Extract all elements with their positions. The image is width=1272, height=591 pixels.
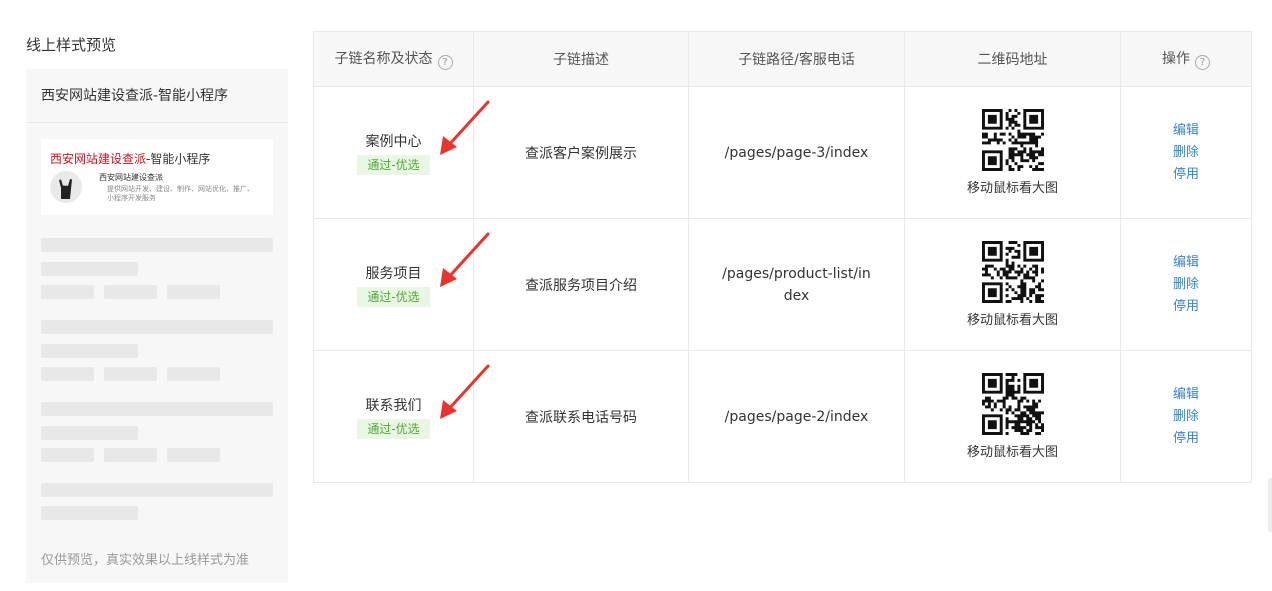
table-row: 联系我们 通过-优选 查派联系电话号码 /pages/page-2/index … xyxy=(313,350,1252,483)
col-header-name-status: 子链名称及状态? xyxy=(313,31,474,87)
sublink-path-text: /pages/page-2/index xyxy=(724,408,869,425)
col-header-qr: 二维码地址 xyxy=(904,31,1121,87)
skeleton-line xyxy=(41,426,138,440)
qr-code-icon[interactable] xyxy=(981,109,1044,171)
edit-link[interactable]: 编辑 xyxy=(1121,120,1251,142)
skeleton-line xyxy=(41,402,273,416)
table-row: 服务项目 通过-优选 查派服务项目介绍 /pages/product-list/… xyxy=(313,218,1252,351)
preview-panel: 西安网站建设查派-智能小程序 西安网站建设查派-智能小程序 西安网站建设查派 提… xyxy=(26,69,288,583)
skeleton-line xyxy=(41,285,94,299)
sublink-desc: 查派客户案例展示 xyxy=(473,86,689,219)
card-desc: 提供网站开发、建设、制作、网站优化、推广、小程序开发服务 xyxy=(107,185,254,202)
sublink-desc: 查派服务项目介绍 xyxy=(473,218,689,351)
avatar xyxy=(50,171,82,203)
question-circle-icon[interactable]: ? xyxy=(437,55,453,70)
table-row: 案例中心 通过-优选 查派客户案例展示 /pages/page-3/index … xyxy=(313,86,1252,219)
skeleton-line xyxy=(167,285,220,299)
ops-cell: 编辑 删除 停用 xyxy=(1120,218,1252,351)
ops-cell: 编辑 删除 停用 xyxy=(1120,86,1252,219)
skeleton-line xyxy=(41,238,273,252)
name-status-cell: 服务项目 通过-优选 xyxy=(313,218,490,351)
sublink-path: /pages/page-3/index xyxy=(688,86,905,219)
col-header-label: 操作 xyxy=(1162,51,1190,67)
name-status-cell: 联系我们 通过-优选 xyxy=(313,350,490,483)
sublink-path: /pages/product-list/index xyxy=(688,218,905,351)
card-title-rest: -智能小程序 xyxy=(146,152,211,166)
delete-link[interactable]: 删除 xyxy=(1121,406,1251,428)
col-header-desc: 子链描述 xyxy=(473,31,689,87)
qr-cell: 移动鼠标看大图 xyxy=(904,86,1121,219)
skeleton-line xyxy=(104,367,157,381)
sublink-desc: 查派联系电话号码 xyxy=(473,350,689,483)
delete-link[interactable]: 删除 xyxy=(1121,274,1251,296)
status-badge: 通过-优选 xyxy=(357,154,430,175)
skeleton-line xyxy=(41,483,273,497)
card-title: 西安网站建设查派-智能小程序 xyxy=(50,150,210,167)
preview-card: 西安网站建设查派-智能小程序 西安网站建设查派 提供网站开发、建设、制作、网站优… xyxy=(41,139,273,215)
edit-link[interactable]: 编辑 xyxy=(1121,252,1251,274)
red-arrow-icon xyxy=(440,100,490,155)
red-arrow-icon xyxy=(440,364,490,419)
skeleton-line xyxy=(167,367,220,381)
preview-header: 西安网站建设查派-智能小程序 xyxy=(26,69,288,123)
qr-cell: 移动鼠标看大图 xyxy=(904,218,1121,351)
sublink-table: 子链名称及状态? 子链描述 子链路径/客服电话 二维码地址 操作? 案例中心 通… xyxy=(313,31,1252,483)
card-title-brand: 西安网站建设查派 xyxy=(50,152,147,166)
qr-hover-tip: 移动鼠标看大图 xyxy=(966,181,1058,196)
preview-footnote: 仅供预览，真实效果以上线样式为准 xyxy=(41,553,250,568)
qr-code-icon[interactable] xyxy=(981,241,1044,303)
qr-hover-tip: 移动鼠标看大图 xyxy=(966,445,1058,460)
disable-link[interactable]: 停用 xyxy=(1121,296,1251,318)
status-badge: 通过-优选 xyxy=(357,418,430,439)
table-header-row: 子链名称及状态? 子链描述 子链路径/客服电话 二维码地址 操作? xyxy=(313,31,1252,87)
skeleton-line xyxy=(41,262,138,276)
qr-code-icon[interactable] xyxy=(981,373,1044,435)
card-name: 西安网站建设查派 xyxy=(99,173,163,182)
skeleton-line xyxy=(41,320,273,334)
ops-cell: 编辑 删除 停用 xyxy=(1120,350,1252,483)
preview-title: 线上样式预览 xyxy=(26,36,117,54)
col-header-label: 子链名称及状态 xyxy=(334,51,433,67)
status-badge: 通过-优选 xyxy=(357,286,430,307)
name-status-cell: 案例中心 通过-优选 xyxy=(313,86,490,219)
skeleton-line xyxy=(104,448,157,462)
skeleton-line xyxy=(41,344,138,358)
disable-link[interactable]: 停用 xyxy=(1121,164,1251,186)
sublink-path-text: /pages/product-list/index xyxy=(722,265,871,304)
sublink-path-text: /pages/page-3/index xyxy=(724,144,869,161)
skeleton-line xyxy=(41,506,138,520)
side-float-tab[interactable] xyxy=(1268,478,1272,532)
delete-link[interactable]: 删除 xyxy=(1121,142,1251,164)
red-arrow-icon xyxy=(440,232,490,287)
sublink-path: /pages/page-2/index xyxy=(688,350,905,483)
skeleton-line xyxy=(167,448,220,462)
rocker-hand-icon xyxy=(50,171,82,203)
skeleton-line xyxy=(41,448,94,462)
col-header-ops: 操作? xyxy=(1120,31,1252,87)
skeleton-line xyxy=(104,285,157,299)
question-circle-icon[interactable]: ? xyxy=(1195,55,1210,70)
col-header-path: 子链路径/客服电话 xyxy=(688,31,905,87)
edit-link[interactable]: 编辑 xyxy=(1121,384,1251,406)
qr-cell: 移动鼠标看大图 xyxy=(904,350,1121,483)
skeleton-line xyxy=(41,367,94,381)
qr-hover-tip: 移动鼠标看大图 xyxy=(966,313,1058,328)
disable-link[interactable]: 停用 xyxy=(1121,428,1251,450)
